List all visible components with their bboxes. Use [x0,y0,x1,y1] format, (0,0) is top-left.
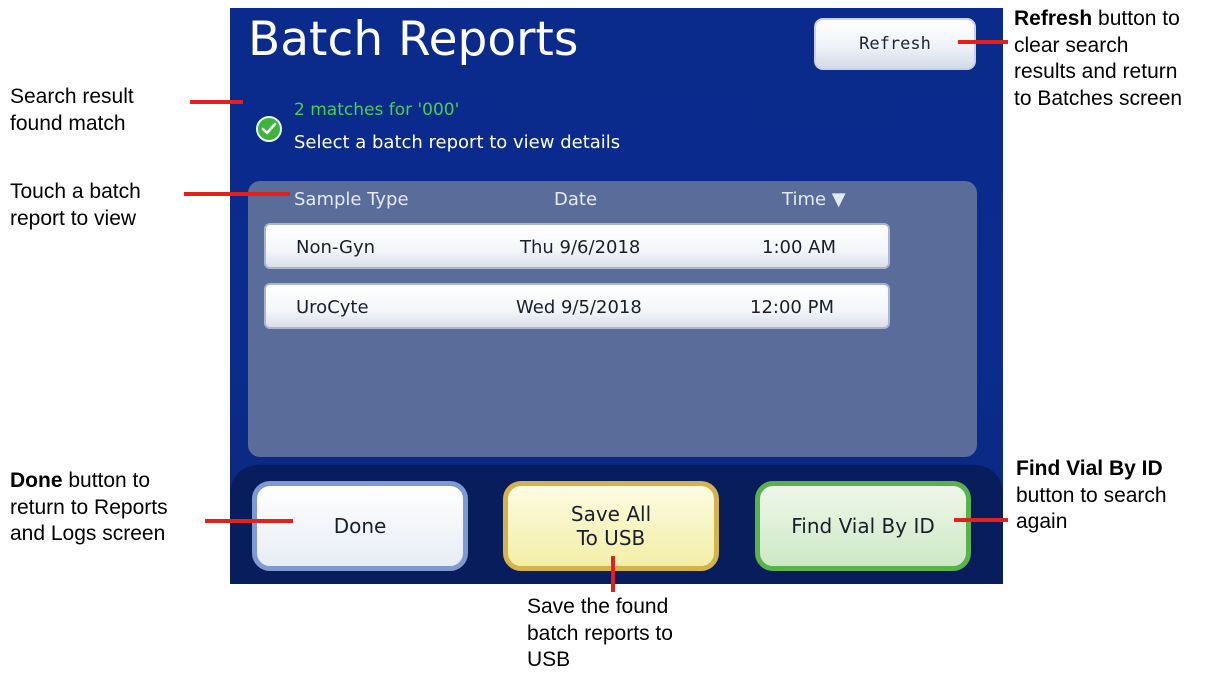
callout-text-line: and Logs screen [10,522,166,546]
callout-touch-report: Touch a batch report to view [10,179,141,232]
column-header-date: Date [554,189,598,210]
column-header-time[interactable]: Time ▼ [782,189,846,210]
callout-text-line: batch reports to [527,621,673,645]
table-row[interactable]: UroCyte Wed 9/5/2018 12:00 PM [264,283,890,329]
callout-line-save [611,556,615,592]
cell-date: Thu 9/6/2018 [520,237,641,258]
callout-text-line: clear search [1014,33,1129,57]
callout-text-line: USB [527,648,571,672]
callout-text-line: again [1016,510,1068,534]
cell-sample-type: Non-Gyn [296,237,376,258]
callout-text-line: Save the found [527,595,669,618]
callout-line-find [954,518,1008,522]
callout-find: Find Vial By ID button to search again [1016,456,1167,536]
cell-date: Wed 9/5/2018 [516,297,642,318]
callout-bold-text: Done [10,469,63,492]
callout-line-refresh [958,40,1008,44]
callout-text-line: return to Reports [10,495,168,519]
checkmark-icon [256,116,282,142]
callout-text-line: Touch a batch [10,180,141,203]
callout-done: Done button to return to Reports and Log… [10,468,168,548]
callout-line-touch-report [184,192,290,196]
page-title: Batch Reports [248,12,579,67]
callout-refresh: Refresh button to clear search results a… [1014,6,1182,113]
callout-text: button to [1092,7,1180,30]
callout-line-done [205,519,293,523]
callout-text-line: found match [10,111,126,135]
done-button[interactable]: Done [252,481,468,571]
callout-text-line: report to view [10,206,137,230]
callout-bold-text: Refresh [1014,7,1093,30]
find-vial-by-id-button[interactable]: Find Vial By ID [755,481,971,571]
cell-time: 12:00 PM [750,297,834,318]
callout-text-line: to Batches screen [1014,86,1183,110]
callout-bold-text: Find Vial By ID [1016,457,1163,480]
callout-text-line: Search result [10,85,134,108]
callout-search-result: Search result found match [10,84,134,137]
column-header-sample-type: Sample Type [294,189,409,210]
instruction-text: Select a batch report to view details [294,132,621,153]
batch-report-table: Sample Type Date Time ▼ Non-Gyn Thu 9/6/… [248,181,977,457]
cell-time: 1:00 AM [762,237,836,258]
callout-save: Save the found batch reports to USB [527,594,673,674]
callout-text-line: results and return [1014,60,1178,84]
table-row[interactable]: Non-Gyn Thu 9/6/2018 1:00 AM [264,223,890,269]
callout-text-line: button to search [1016,483,1167,507]
save-usb-label-line2: To USB [576,526,646,550]
save-usb-label-line1: Save All [570,502,652,526]
cell-sample-type: UroCyte [296,297,369,318]
callout-line-search-result [190,100,243,104]
bottom-button-bar: Done Save All To USB Find Vial By ID [230,465,1003,584]
search-match-status: 2 matches for '000' [294,100,460,120]
refresh-button[interactable]: Refresh [814,18,976,70]
device-screen: Batch Reports Refresh 2 matches for '000… [230,8,1003,584]
callout-text: button to [62,469,151,492]
